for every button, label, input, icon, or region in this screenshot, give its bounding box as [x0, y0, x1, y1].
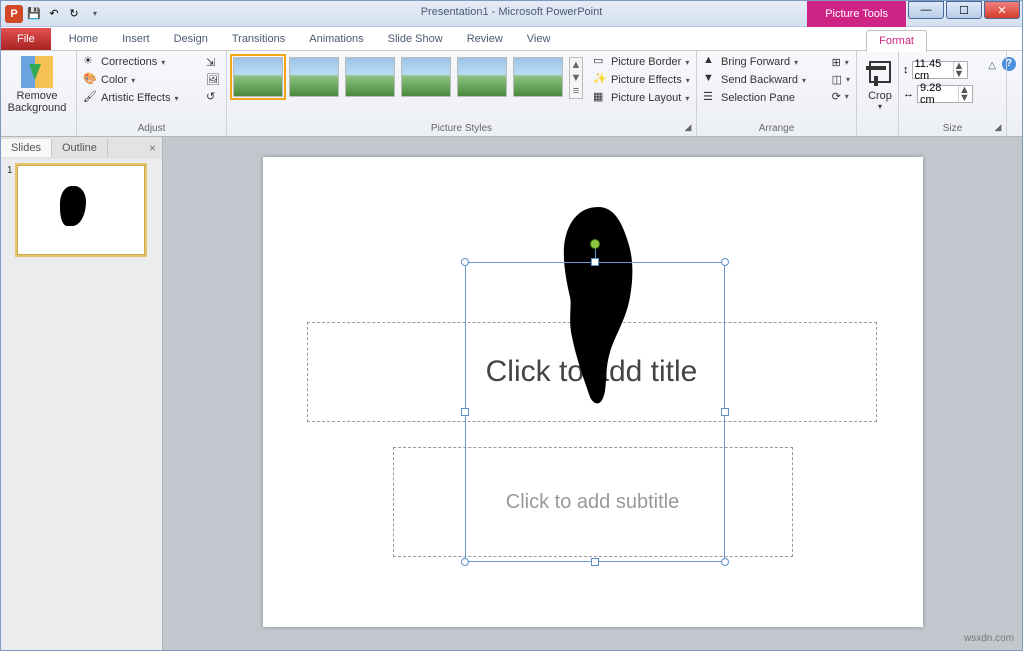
group-icon[interactable]: ◫ — [830, 72, 852, 87]
color-button[interactable]: 🎨Color — [81, 71, 137, 89]
tab-review[interactable]: Review — [455, 28, 515, 50]
titlebar: P 💾 ↶ ↻ Presentation1 - Microsoft PowerP… — [1, 1, 1022, 27]
slide-1[interactable]: Click to add title Click to add subtitle — [263, 157, 923, 627]
handle-bl[interactable] — [461, 558, 469, 566]
remove-bg-label: Remove Background — [8, 90, 67, 114]
slide-thumb-1[interactable]: 1 — [7, 165, 156, 255]
color-icon: 🎨 — [83, 72, 99, 88]
height-input[interactable]: 11.45 cm▲▼ — [912, 61, 968, 79]
tab-insert[interactable]: Insert — [110, 28, 162, 50]
tab-slideshow[interactable]: Slide Show — [376, 28, 455, 50]
slide-number: 1 — [7, 165, 13, 255]
thumb-preview — [17, 165, 145, 255]
style-thumb-3[interactable] — [345, 57, 395, 97]
handle-ml[interactable] — [461, 408, 469, 416]
contextual-tab-title: Picture Tools — [807, 1, 906, 27]
group-size-label: Size — [903, 121, 1002, 136]
picture-styles-gallery[interactable]: ▲▼≡ — [231, 53, 585, 103]
align-icon[interactable]: ⊞ — [830, 55, 852, 70]
window-buttons: — ☐ ✕ — [908, 1, 1022, 19]
ribbon-tabs: File Home Insert Design Transitions Anim… — [1, 27, 1022, 51]
styles-dialog-launcher-icon[interactable]: ◢ — [682, 122, 694, 134]
slide-canvas-area[interactable]: Click to add title Click to add subtitle — [163, 137, 1022, 650]
remove-bg-icon — [21, 56, 53, 88]
brightness-icon: ☀ — [83, 54, 99, 70]
change-picture-icon[interactable]: 🖼 — [204, 72, 222, 87]
remove-background-button[interactable]: Remove Background — [5, 53, 69, 117]
tab-transitions[interactable]: Transitions — [220, 28, 297, 50]
width-input[interactable]: 9.28 cm▲▼ — [917, 85, 973, 103]
handle-tm[interactable] — [591, 258, 599, 266]
selection-icon: ☰ — [703, 90, 719, 106]
picture-layout-button[interactable]: ▦Picture Layout — [591, 89, 692, 107]
style-thumb-4[interactable] — [401, 57, 451, 97]
group-styles-label: Picture Styles — [231, 121, 692, 136]
crop-label: Crop — [868, 90, 892, 102]
effects-icon: ✨ — [593, 72, 609, 88]
close-button[interactable]: ✕ — [984, 1, 1020, 19]
thumbnail-list[interactable]: 1 — [1, 159, 162, 650]
redo-icon[interactable]: ↻ — [65, 5, 83, 23]
close-pane-icon[interactable]: × — [143, 141, 162, 155]
picture-border-button[interactable]: ▭Picture Border — [591, 53, 692, 71]
sidepane-tabs: Slides Outline × — [1, 137, 162, 159]
compress-icon[interactable]: ⇲ — [204, 55, 222, 70]
corrections-button[interactable]: ☀Corrections — [81, 53, 167, 71]
size-dialog-launcher-icon[interactable]: ◢ — [992, 122, 1004, 134]
backward-icon: ▼ — [703, 72, 719, 88]
artistic-effects-button[interactable]: 🖌Artistic Effects — [81, 89, 181, 107]
quick-access-toolbar: P 💾 ↶ ↻ — [1, 5, 107, 23]
minimize-button[interactable]: — — [908, 1, 944, 19]
selection-pane-button[interactable]: ☰Selection Pane — [701, 89, 797, 107]
app-icon[interactable]: P — [5, 5, 23, 23]
styles-more-icon[interactable]: ▲▼≡ — [569, 57, 583, 99]
tab-design[interactable]: Design — [162, 28, 220, 50]
maximize-button[interactable]: ☐ — [946, 1, 982, 19]
tab-format[interactable]: Format — [866, 30, 927, 52]
handle-tl[interactable] — [461, 258, 469, 266]
style-thumb-6[interactable] — [513, 57, 563, 97]
border-icon: ▭ — [593, 54, 609, 70]
watermark: wsxdn.com — [964, 633, 1014, 644]
qat-menu-icon[interactable] — [85, 5, 103, 23]
tab-home[interactable]: Home — [57, 28, 110, 50]
handle-br[interactable] — [721, 558, 729, 566]
style-thumb-2[interactable] — [289, 57, 339, 97]
tab-slides[interactable]: Slides — [1, 139, 52, 157]
handle-bm[interactable] — [591, 558, 599, 566]
height-icon: ↕ — [903, 64, 909, 76]
tab-animations[interactable]: Animations — [297, 28, 375, 50]
send-backward-button[interactable]: ▼Send Backward — [701, 71, 808, 89]
rotate-icon[interactable]: ⟳ — [830, 89, 852, 104]
bring-forward-button[interactable]: ▲Bring Forward — [701, 53, 800, 71]
artistic-icon: 🖌 — [83, 90, 99, 106]
picture-effects-button[interactable]: ✨Picture Effects — [591, 71, 692, 89]
style-thumb-5[interactable] — [457, 57, 507, 97]
crop-icon — [864, 56, 896, 88]
save-icon[interactable]: 💾 — [25, 5, 43, 23]
crop-button[interactable]: Crop ▾ — [861, 53, 899, 114]
layout-icon: ▦ — [593, 90, 609, 106]
tab-file[interactable]: File — [1, 28, 51, 50]
tab-view[interactable]: View — [515, 28, 563, 50]
ribbon: Remove Background ☀Corrections 🎨Color 🖌A… — [1, 51, 1022, 137]
group-adjust-label: Adjust — [81, 121, 222, 136]
width-icon: ↔ — [903, 88, 914, 100]
reset-picture-icon[interactable]: ↺ — [204, 89, 222, 104]
handle-mr[interactable] — [721, 408, 729, 416]
handle-tr[interactable] — [721, 258, 729, 266]
forward-icon: ▲ — [703, 54, 719, 70]
tab-outline[interactable]: Outline — [52, 139, 108, 157]
undo-icon[interactable]: ↶ — [45, 5, 63, 23]
selection-frame[interactable] — [465, 262, 725, 562]
rotation-handle[interactable] — [590, 239, 600, 249]
style-thumb-1[interactable] — [233, 57, 283, 97]
slides-pane: Slides Outline × 1 — [1, 137, 163, 650]
workspace: Slides Outline × 1 Click to add title Cl… — [1, 137, 1022, 650]
thumb-silhouette-icon — [60, 186, 86, 226]
group-arrange-label: Arrange — [701, 121, 852, 136]
